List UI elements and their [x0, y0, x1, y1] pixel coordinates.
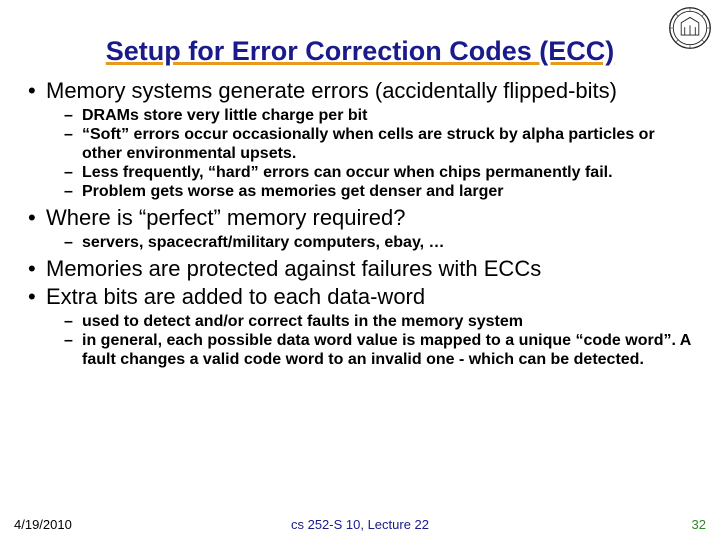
bullet-item: • Extra bits are added to each data-word… — [28, 284, 692, 369]
footer-page-number: 32 — [692, 517, 706, 532]
sub-item: –in general, each possible data word val… — [64, 331, 692, 369]
footer: 4/19/2010 cs 252-S 10, Lecture 22 32 — [0, 517, 720, 532]
bullet-marker: • — [28, 284, 46, 310]
dash-marker: – — [64, 331, 82, 350]
bullet-item: • Memories are protected against failure… — [28, 256, 692, 282]
bullet-marker: • — [28, 205, 46, 231]
bullet-item: • Where is “perfect” memory required? –s… — [28, 205, 692, 252]
slide: Setup for Error Correction Codes (ECC) •… — [0, 0, 720, 540]
sub-text: DRAMs store very little charge per bit — [82, 106, 367, 125]
bullet-marker: • — [28, 78, 46, 104]
berkeley-seal-icon — [668, 6, 712, 50]
bullet-item: • Memory systems generate errors (accide… — [28, 78, 692, 201]
slide-title: Setup for Error Correction Codes (ECC) — [106, 36, 615, 68]
dash-marker: – — [64, 233, 82, 252]
sub-text: in general, each possible data word valu… — [82, 331, 692, 369]
footer-course: cs 252-S 10, Lecture 22 — [291, 517, 429, 532]
sub-item: –Less frequently, “hard” errors can occu… — [64, 163, 692, 182]
dash-marker: – — [64, 182, 82, 201]
sub-list: –servers, spacecraft/military computers,… — [28, 233, 692, 252]
sub-list: –DRAMs store very little charge per bit … — [28, 106, 692, 201]
sub-item: –servers, spacecraft/military computers,… — [64, 233, 692, 252]
dash-marker: – — [64, 106, 82, 125]
bullet-list: • Memory systems generate errors (accide… — [28, 78, 692, 369]
bullet-text: Extra bits are added to each data-word — [46, 284, 425, 309]
sub-item: –Problem gets worse as memories get dens… — [64, 182, 692, 201]
dash-marker: – — [64, 163, 82, 182]
sub-text: Less frequently, “hard” errors can occur… — [82, 163, 613, 182]
bullet-text: Where is “perfect” memory required? — [46, 205, 405, 230]
sub-item: –used to detect and/or correct faults in… — [64, 312, 692, 331]
dash-marker: – — [64, 312, 82, 331]
sub-item: –“Soft” errors occur occasionally when c… — [64, 125, 692, 163]
title-container: Setup for Error Correction Codes (ECC) — [28, 36, 692, 68]
sub-text: “Soft” errors occur occasionally when ce… — [82, 125, 692, 163]
sub-text: Problem gets worse as memories get dense… — [82, 182, 504, 201]
sub-list: –used to detect and/or correct faults in… — [28, 312, 692, 369]
bullet-text: Memories are protected against failures … — [46, 256, 541, 281]
bullet-marker: • — [28, 256, 46, 282]
sub-text: servers, spacecraft/military computers, … — [82, 233, 445, 252]
sub-text: used to detect and/or correct faults in … — [82, 312, 523, 331]
bullet-text: Memory systems generate errors (accident… — [46, 78, 617, 103]
dash-marker: – — [64, 125, 82, 144]
sub-item: –DRAMs store very little charge per bit — [64, 106, 692, 125]
footer-date: 4/19/2010 — [14, 517, 72, 532]
